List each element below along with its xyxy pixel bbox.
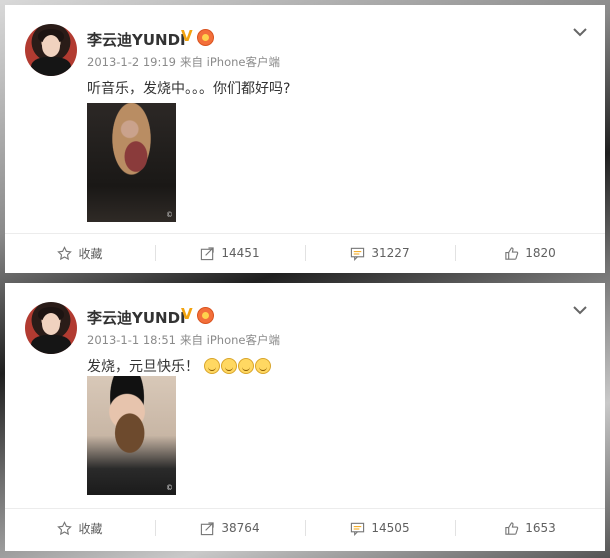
like-button[interactable]: 1653 [455,508,605,548]
thumbs-up-icon [505,521,519,535]
comment-count: 14505 [371,521,410,535]
user-name[interactable]: 李云迪YUNDI [87,307,186,328]
chevron-down-icon[interactable] [573,305,587,315]
comment-button[interactable]: 14505 [305,508,455,548]
like-count: 1653 [525,521,556,535]
comment-count: 31227 [371,246,410,260]
star-icon [57,245,73,260]
post-photo[interactable]: © [87,103,176,222]
post-photo[interactable]: © [87,376,176,495]
verified-v-icon: V [181,305,193,323]
weibo-post-card: 李云迪YUNDI V 2013-1-2 19:19 来自 iPhone客户端 听音… [5,5,605,273]
repost-count: 38764 [221,521,260,535]
emoji-icon [238,358,255,374]
favorite-button[interactable]: 收藏 [5,508,155,548]
medal-icon [197,307,214,324]
avatar[interactable] [25,24,77,76]
post-time[interactable]: 2013-1-1 18:51 [87,333,176,347]
share-icon [201,521,215,535]
favorite-label: 收藏 [78,521,103,536]
emoji-icon [204,358,221,374]
post-text-content: 发烧，元旦快乐！ [87,359,199,375]
photo-watermark: © [166,484,173,492]
favorite-button[interactable]: 收藏 [5,233,155,273]
avatar[interactable] [25,302,77,354]
emoji-icon [255,358,272,374]
repost-button[interactable]: 38764 [155,508,305,548]
post-meta: 2013-1-1 18:51 来自 iPhone客户端 [87,332,284,348]
post-source: 来自 iPhone客户端 [180,333,280,347]
action-bar: 收藏 38764 14505 1653 [5,508,605,548]
like-button[interactable]: 1820 [455,233,605,273]
post-text: 听音乐，发烧中。。。你们都好吗? [87,81,291,97]
post-source: 来自 iPhone客户端 [180,55,280,69]
post-text: 发烧，元旦快乐！ [87,356,272,376]
emoji-icon [221,358,238,374]
comment-icon [351,247,365,261]
star-icon [57,520,73,535]
action-bar: 收藏 14451 31227 1820 [5,233,605,273]
thumbs-up-icon [505,246,519,260]
favorite-label: 收藏 [78,246,103,261]
like-count: 1820 [525,246,556,260]
comment-icon [351,522,365,536]
verified-v-icon: V [181,27,193,45]
chevron-down-icon[interactable] [573,27,587,37]
weibo-post-card: 李云迪YUNDI V 2013-1-1 18:51 来自 iPhone客户端 发烧… [5,283,605,551]
post-time[interactable]: 2013-1-2 19:19 [87,55,176,69]
medal-icon [197,29,214,46]
share-icon [201,246,215,260]
post-meta: 2013-1-2 19:19 来自 iPhone客户端 [87,54,284,70]
user-name[interactable]: 李云迪YUNDI [87,29,186,50]
repost-count: 14451 [221,246,260,260]
photo-watermark: © [166,211,173,219]
comment-button[interactable]: 31227 [305,233,455,273]
repost-button[interactable]: 14451 [155,233,305,273]
